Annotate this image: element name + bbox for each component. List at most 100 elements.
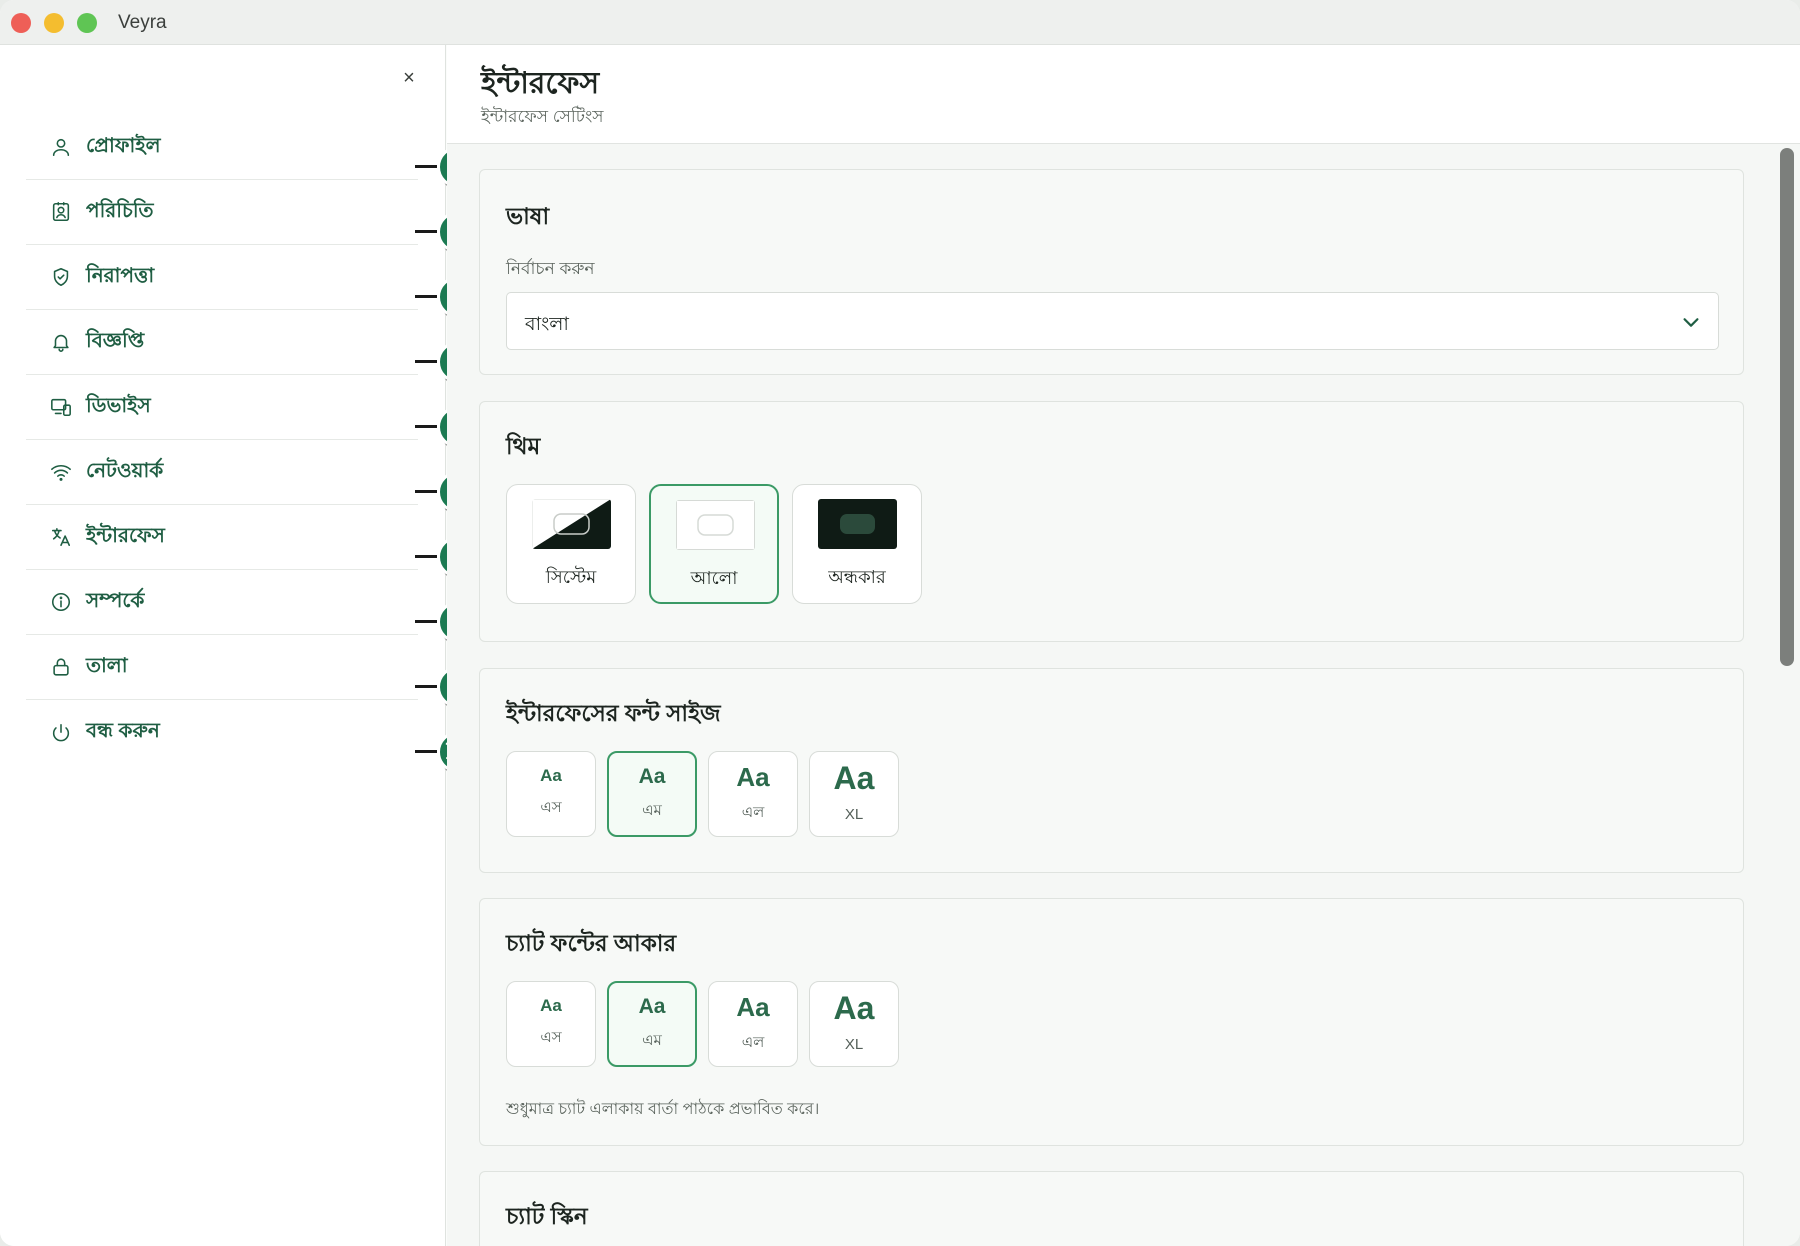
- chat-size-option-s[interactable]: Aa এস: [506, 981, 596, 1067]
- chat-font-size-card: চ্যাট ফন্টের আকার Aa এস Aa এম Aa এল Aa X…: [479, 898, 1744, 1146]
- callout-line: [415, 425, 437, 428]
- size-sample: Aa: [736, 992, 770, 1022]
- font-size-option-l[interactable]: Aa এল: [708, 751, 798, 837]
- sidebar-item-contacts[interactable]: পরিচিতি: [26, 180, 418, 245]
- callout-line: [415, 360, 437, 363]
- title-bar: Veyra: [0, 0, 1800, 45]
- bell-icon: [50, 331, 72, 353]
- size-sample: Aa: [638, 765, 666, 788]
- sidebar-item-label: নিরাপত্তা: [86, 264, 155, 287]
- sidebar-item-shutdown[interactable]: বন্ধ করুন: [26, 700, 418, 765]
- app-window: Veyra × প্রোফাইল পরিচিতি নিরাপত্তা বিজ্ঞ…: [0, 0, 1800, 1246]
- power-icon: [50, 722, 72, 744]
- close-window-button[interactable]: [11, 13, 31, 33]
- chat-size-option-m[interactable]: Aa এম: [607, 981, 697, 1067]
- translate-icon: [50, 526, 72, 548]
- callout-line: [415, 490, 437, 493]
- sidebar-item-label: ডিভাইস: [86, 394, 151, 417]
- size-sample: Aa: [540, 766, 562, 785]
- sidebar-item-network[interactable]: নেটওয়ার্ক: [26, 440, 418, 505]
- chat-size-option-xl[interactable]: Aa XL: [809, 981, 899, 1067]
- chat-skin-card: চ্যাট স্কিন: [479, 1171, 1744, 1246]
- size-label: এল: [741, 804, 765, 821]
- callout-line: [415, 165, 437, 168]
- dark-theme-preview: [818, 499, 897, 549]
- font-size-option-xl[interactable]: Aa XL: [809, 751, 899, 837]
- font-size-option-m[interactable]: Aa এম: [607, 751, 697, 837]
- language-title: ভাষা: [506, 203, 550, 229]
- theme-option-system[interactable]: সিস্টেম: [506, 484, 636, 604]
- lock-icon: [50, 656, 72, 678]
- size-label: XL: [844, 806, 864, 823]
- chat-font-hint: শুধুমাত্র চ্যাট এলাকায় বার্তা পাঠকে প্র…: [506, 1101, 820, 1118]
- size-sample: Aa: [540, 996, 562, 1015]
- chat-font-size-title: চ্যাট ফন্টের আকার: [506, 930, 677, 956]
- size-sample: Aa: [638, 995, 666, 1018]
- size-label: এম: [642, 1032, 662, 1049]
- theme-card: থিম সিস্টেম আলো অন্ধকার: [479, 401, 1744, 642]
- size-label: এম: [642, 802, 662, 819]
- language-card: ভাষা নির্বাচন করুন বাংলা: [479, 169, 1744, 375]
- close-sidebar-button[interactable]: ×: [396, 65, 422, 91]
- language-select-value: বাংলা: [525, 314, 569, 335]
- sidebar-item-label: বিজ্ঞপ্তি: [86, 329, 145, 352]
- theme-option-label: আলো: [690, 568, 738, 588]
- info-icon: [50, 591, 72, 613]
- chat-size-option-l[interactable]: Aa এল: [708, 981, 798, 1067]
- sidebar-item-notifications[interactable]: বিজ্ঞপ্তি: [26, 310, 418, 375]
- callout-line: [415, 295, 437, 298]
- language-select-label: নির্বাচন করুন: [506, 259, 595, 278]
- main-scrollbar[interactable]: [1780, 148, 1794, 666]
- sidebar-item-label: প্রোফাইল: [86, 134, 161, 157]
- interface-font-size-title: ইন্টারফেসের ফন্ট সাইজ: [506, 700, 721, 726]
- light-theme-preview: [676, 500, 755, 550]
- language-select[interactable]: বাংলা: [506, 292, 1719, 350]
- theme-option-label: অন্ধকার: [828, 567, 886, 587]
- sidebar-item-interface[interactable]: ইন্টারফেস: [26, 505, 418, 570]
- shield-icon: [50, 266, 72, 288]
- theme-title: থিম: [506, 433, 541, 459]
- sidebar-item-security[interactable]: নিরাপত্তা: [26, 245, 418, 310]
- callout-line: [415, 685, 437, 688]
- system-theme-preview: [532, 499, 611, 549]
- page-header: ইন্টারফেস ইন্টারফেস সেটিংস: [447, 45, 1800, 144]
- minimize-window-button[interactable]: [44, 13, 64, 33]
- settings-main: ইন্টারফেস ইন্টারফেস সেটিংস ভাষা নির্বাচন…: [447, 45, 1800, 1246]
- chat-skin-title: চ্যাট স্কিন: [506, 1203, 588, 1229]
- size-sample: Aa: [833, 990, 875, 1026]
- sidebar-item-devices[interactable]: ডিভাইস: [26, 375, 418, 440]
- size-sample: Aa: [736, 762, 770, 792]
- theme-option-dark[interactable]: অন্ধকার: [792, 484, 922, 604]
- sidebar-item-label: নেটওয়ার্ক: [86, 459, 164, 482]
- sidebar-item-label: সম্পর্কে: [86, 589, 145, 612]
- contact-icon: [50, 201, 72, 223]
- callout-line: [415, 750, 437, 753]
- settings-sidebar: × প্রোফাইল পরিচিতি নিরাপত্তা বিজ্ঞপ্তি ড…: [0, 45, 446, 1246]
- theme-option-light[interactable]: আলো: [649, 484, 779, 604]
- theme-option-label: সিস্টেম: [545, 567, 597, 587]
- user-icon: [50, 136, 72, 158]
- interface-font-size-card: ইন্টারফেসের ফন্ট সাইজ Aa এস Aa এম Aa এল …: [479, 668, 1744, 873]
- sidebar-item-about[interactable]: সম্পর্কে: [26, 570, 418, 635]
- size-label: এস: [540, 1029, 562, 1046]
- sidebar-item-label: তালা: [86, 654, 128, 677]
- callout-line: [415, 620, 437, 623]
- size-label: XL: [844, 1036, 864, 1053]
- chevron-down-icon: [1680, 311, 1702, 333]
- page-subtitle: ইন্টারফেস সেটিংস: [481, 107, 604, 126]
- app-title: Veyra: [118, 12, 167, 33]
- sidebar-item-profile[interactable]: প্রোফাইল: [26, 115, 418, 180]
- zoom-window-button[interactable]: [77, 13, 97, 33]
- sidebar-item-label: বন্ধ করুন: [86, 720, 160, 742]
- size-sample: Aa: [833, 760, 875, 796]
- sidebar-item-label: ইন্টারফেস: [86, 524, 165, 547]
- callout-line: [415, 230, 437, 233]
- page-title: ইন্টারফেস: [481, 67, 600, 100]
- font-size-option-s[interactable]: Aa এস: [506, 751, 596, 837]
- size-label: এস: [540, 799, 562, 816]
- size-label: এল: [741, 1034, 765, 1051]
- devices-icon: [50, 396, 72, 418]
- wifi-icon: [50, 461, 72, 483]
- callout-line: [415, 555, 437, 558]
- sidebar-item-lock[interactable]: তালা: [26, 635, 418, 700]
